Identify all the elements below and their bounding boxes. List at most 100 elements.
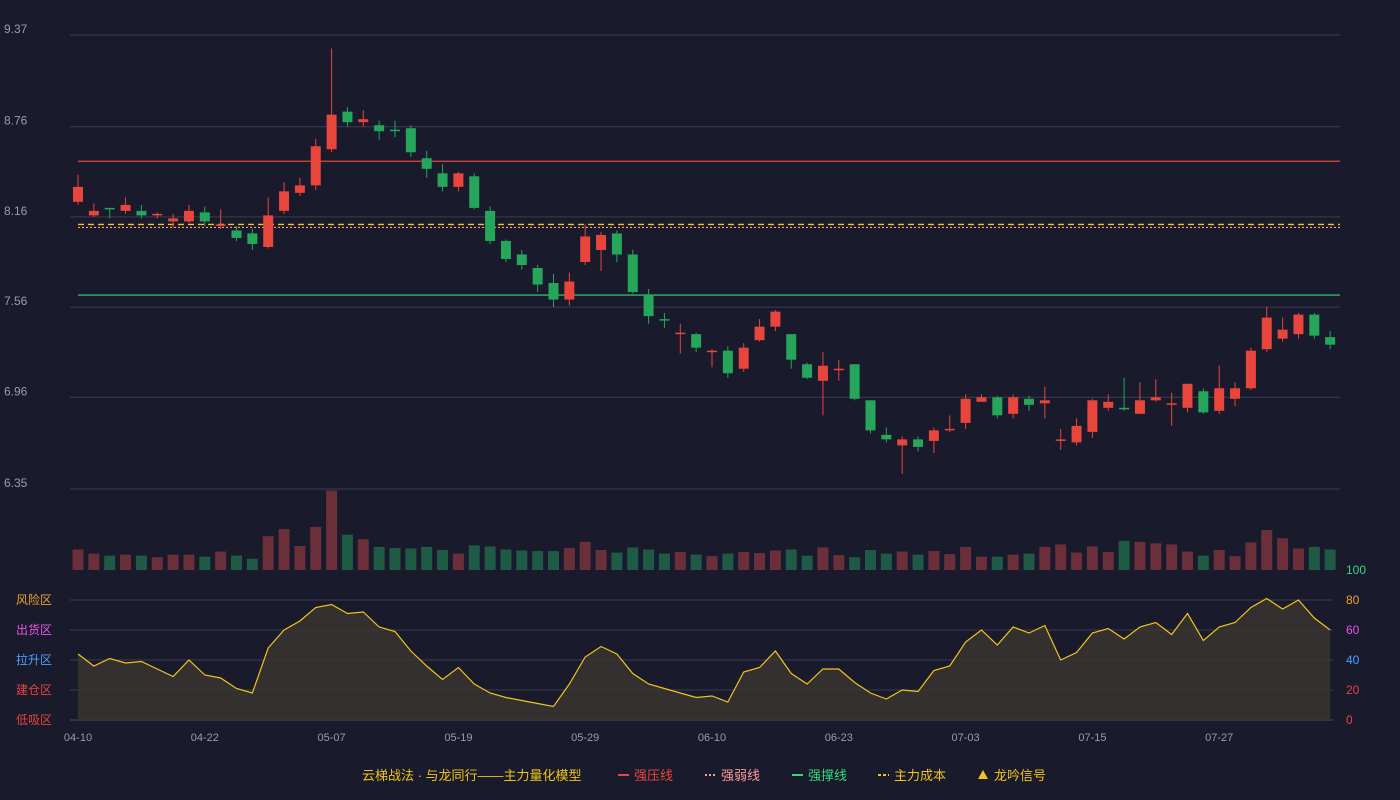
volume-bars bbox=[72, 490, 1336, 570]
candle-body bbox=[1039, 400, 1050, 404]
candle-body bbox=[231, 230, 242, 238]
volume-bar bbox=[1102, 552, 1114, 570]
indicator-area bbox=[78, 598, 1331, 720]
candle-body bbox=[1008, 397, 1019, 414]
volume-bar bbox=[215, 551, 227, 570]
volume-bar bbox=[738, 552, 750, 570]
legend-item-label: 强弱线 bbox=[721, 768, 760, 783]
candle-body bbox=[833, 368, 844, 371]
candle-body bbox=[992, 397, 1003, 416]
legend: 云梯战法 · 与龙同行——主力量化模型 强压线 强弱线 强撑线 主力成本 龙吟信号 bbox=[362, 768, 1046, 783]
candle-body bbox=[374, 125, 385, 132]
volume-bar bbox=[468, 545, 480, 570]
candle-body bbox=[104, 207, 115, 210]
kline-chart: 9.37 8.76 8.16 7.56 6.96 6.35 0 20 40 60 80 100 风险区… bbox=[4, 22, 1366, 783]
volume-bar bbox=[975, 556, 987, 570]
indicator-tick-label: 100 bbox=[1346, 563, 1366, 577]
candle-body bbox=[1293, 314, 1304, 335]
volume-bar bbox=[1245, 542, 1257, 570]
price-tick-label: 9.37 bbox=[4, 22, 28, 36]
candle-body bbox=[215, 224, 226, 226]
candle-body bbox=[88, 210, 99, 216]
volume-bar bbox=[72, 549, 84, 570]
volume-bar bbox=[833, 555, 845, 570]
candle-body bbox=[881, 434, 892, 440]
candle-body bbox=[1150, 397, 1161, 401]
indicator-tick-label: 40 bbox=[1346, 653, 1360, 667]
price-tick-label: 6.35 bbox=[4, 476, 28, 490]
volume-bar bbox=[1277, 538, 1289, 570]
candle-body bbox=[120, 204, 131, 211]
volume-bar bbox=[1007, 554, 1019, 570]
price-tick-label: 6.96 bbox=[4, 384, 28, 398]
indicator-tick-label: 80 bbox=[1346, 593, 1360, 607]
volume-bar bbox=[849, 557, 861, 570]
volume-bar bbox=[785, 549, 797, 570]
candle-body bbox=[738, 347, 749, 369]
volume-bar bbox=[880, 553, 892, 570]
volume-bar bbox=[437, 550, 449, 570]
candle-body bbox=[1245, 350, 1256, 389]
candle-body bbox=[707, 350, 717, 353]
volume-bar bbox=[1055, 544, 1067, 570]
candle-body bbox=[865, 400, 876, 431]
volume-bar bbox=[326, 490, 338, 570]
candle-body bbox=[1103, 401, 1114, 408]
indicator-zone-label: 建仓区 bbox=[16, 683, 52, 697]
date-tick-label: 07-03 bbox=[952, 732, 980, 744]
candle-body bbox=[913, 439, 924, 447]
candle-body bbox=[659, 319, 670, 321]
indicator-tick-label: 20 bbox=[1346, 683, 1360, 697]
date-tick-label: 06-10 bbox=[698, 732, 726, 744]
candle-body bbox=[294, 185, 305, 193]
candle-body bbox=[485, 210, 496, 241]
volume-bar bbox=[452, 553, 464, 570]
volume-bar bbox=[1118, 540, 1130, 570]
candle-body bbox=[960, 398, 971, 423]
volume-bar bbox=[389, 547, 401, 570]
candle-body bbox=[532, 268, 543, 285]
volume-bar bbox=[500, 549, 512, 570]
candle-body bbox=[849, 364, 860, 399]
price-grid bbox=[70, 34, 1340, 490]
candle-body bbox=[1277, 329, 1288, 339]
indicator-zone-label: 低吸区 bbox=[16, 713, 52, 727]
candle-body bbox=[199, 212, 210, 222]
candle-body bbox=[1230, 388, 1241, 399]
candle-body bbox=[564, 281, 575, 300]
volume-bar bbox=[1213, 550, 1225, 570]
candle-body bbox=[405, 128, 416, 153]
candle-body bbox=[263, 215, 274, 247]
volume-bar bbox=[421, 546, 433, 570]
legend-item-label: 龙吟信号 bbox=[994, 768, 1046, 783]
candle-body bbox=[1325, 337, 1336, 345]
candle-body bbox=[580, 236, 591, 262]
volume-bar bbox=[199, 556, 211, 570]
candle-body bbox=[310, 146, 321, 186]
volume-bar bbox=[1086, 546, 1098, 570]
volume-bar bbox=[246, 558, 258, 570]
indicator-panel bbox=[77, 597, 1331, 720]
candle-body bbox=[1214, 388, 1225, 411]
candle-body bbox=[770, 311, 781, 327]
volume-bar bbox=[532, 551, 544, 570]
volume-bar bbox=[801, 555, 813, 570]
candle-body bbox=[802, 364, 813, 378]
candle-body bbox=[342, 111, 353, 123]
volume-bar bbox=[658, 553, 670, 570]
volume-bar bbox=[1134, 541, 1146, 570]
candle-body bbox=[754, 326, 765, 341]
candles bbox=[73, 48, 1336, 474]
candle-body bbox=[469, 176, 480, 208]
volume-bar bbox=[865, 550, 876, 570]
volume-bar bbox=[1150, 543, 1162, 570]
volume-bar bbox=[769, 550, 781, 570]
candle-body bbox=[928, 430, 939, 441]
volume-bar bbox=[1308, 546, 1320, 570]
volume-bar bbox=[706, 556, 718, 570]
candle-body bbox=[1119, 407, 1130, 410]
candle-body bbox=[390, 129, 400, 132]
volume-bar bbox=[611, 552, 623, 570]
candle-body bbox=[1087, 400, 1098, 432]
volume-bar bbox=[690, 554, 702, 570]
